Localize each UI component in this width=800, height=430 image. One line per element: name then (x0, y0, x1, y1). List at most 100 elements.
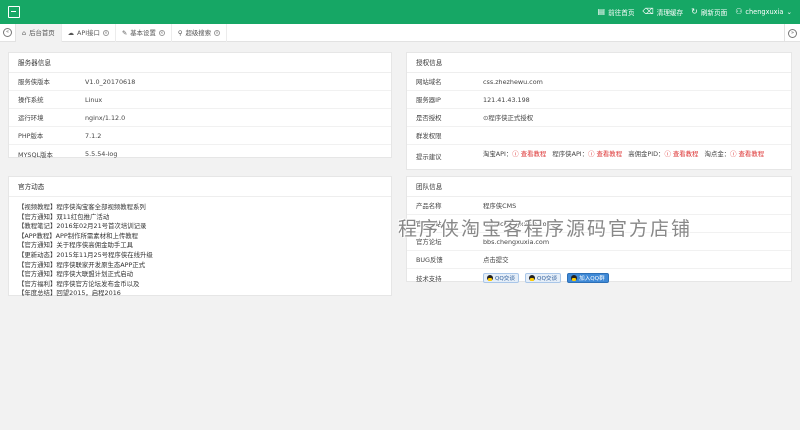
row-label: 是否授权 (416, 114, 442, 122)
row-label: BUG反馈 (416, 256, 443, 264)
row-value: V1.0_20170618 (85, 77, 136, 86)
tip-label: 高佣金PID： (628, 150, 665, 158)
row-value: 7.1.2 (85, 131, 102, 140)
tab-scroll-right-button[interactable]: » (784, 24, 800, 42)
tab-basic-settings[interactable]: ✎ 基本设置 ✕ (116, 23, 172, 42)
news-panel: 官方动态 【视频教程】程序侠淘宝客全部视频教程系列 【官方通知】双11红包推广活… (8, 176, 392, 297)
row-label: 技术支持 (416, 274, 442, 283)
tutorial-link[interactable]: ⓘ 查看教程 (588, 150, 622, 158)
auth-status: ⊙程序侠正式授权 (483, 113, 791, 122)
info-row: 群发权限 (407, 127, 791, 145)
tutorial-link[interactable]: ⓘ 查看教程 (730, 150, 764, 158)
info-row: 是否授权 ⊙程序侠正式授权 (407, 109, 791, 127)
auth-info-panel: 授权信息 网站域名 css.zhezhewu.com 服务器IP 121.41.43… (406, 52, 792, 170)
home-icon: ▤ (597, 7, 606, 16)
news-item[interactable]: 【官方通知】程序侠大联盟计划正式启动 (18, 270, 382, 280)
close-icon[interactable]: ✕ (158, 29, 165, 36)
qq-icon (571, 275, 578, 281)
news-item[interactable]: 【官方通知】关于程序侠高佣金助手工具 (18, 241, 382, 251)
info-row: 运行环境 nginx/1.12.0 (9, 109, 391, 127)
panel-title: 授权信息 (407, 53, 791, 73)
home-icon: ⌂ (22, 28, 27, 37)
news-item[interactable]: 【年度总结】回望2015，启程2016 (18, 289, 382, 299)
row-label: 服务侠版本 (18, 78, 50, 86)
tutorial-link-text: 查看教程 (596, 150, 623, 158)
tab-dashboard[interactable]: ⌂ 后台首页 (16, 23, 62, 42)
user-menu[interactable]: ⚇ chengxuxia ⌄ (735, 7, 792, 17)
tip-label: 淘点金： (704, 150, 731, 158)
row-label: MYSQL版本 (18, 150, 53, 159)
qq-chat-button[interactable]: QQ交谈 (483, 273, 519, 283)
news-item[interactable]: 【官方通知】双11红包推广活动 (18, 213, 382, 223)
qq-icon (529, 275, 536, 281)
news-item[interactable]: 【教程笔记】2016年02月21号首次培训记录 (18, 222, 382, 232)
cloud-icon: ☁ (67, 28, 75, 37)
alert-icon: ⓘ (730, 150, 739, 158)
refresh-page-label: 刷新页面 (700, 9, 728, 17)
tab-api[interactable]: ☁ API接口 ✕ (62, 23, 116, 42)
join-qq-group-button[interactable]: 加入QQ群 (567, 273, 609, 283)
refresh-icon: ↻ (691, 7, 698, 16)
bug-submit-link[interactable]: 点击提交 (483, 255, 791, 264)
search-icon: ⚲ (177, 28, 183, 37)
news-item[interactable]: 【APP教程】APP制作所需素材和上传教程 (18, 232, 382, 242)
row-label: 运行环境 (18, 114, 44, 122)
close-icon[interactable]: ✕ (214, 29, 221, 36)
tab-label: 基本设置 (130, 29, 156, 37)
top-bar: ▤ 前往首页 ⌫ 清理缓存 ↻ 刷新页面 ⚇ chengxuxia ⌄ (0, 0, 800, 24)
info-row: BUG反馈 点击提交 (407, 251, 791, 269)
row-label: 产品名称 (416, 202, 442, 210)
tip-label: 程序侠API： (552, 150, 589, 158)
news-item[interactable]: 【更新动态】2015年11月25号程序侠在线升级 (18, 251, 382, 261)
row-value: nginx/1.12.0 (85, 113, 126, 122)
chevron-down-icon: ⌄ (786, 8, 792, 16)
refresh-page-button[interactable]: ↻ 刷新页面 (691, 7, 728, 18)
tab-label: API接口 (77, 29, 100, 37)
trash-icon: ⌫ (642, 7, 654, 16)
tab-super-search[interactable]: ⚲ 超级搜索 ✕ (172, 23, 228, 42)
server-info-panel: 服务器信息 服务侠版本 V1.0_20170618 操作系统 Linux 运行环境 n… (8, 52, 392, 159)
row-label: PHP版本 (18, 132, 44, 140)
clear-cache-button[interactable]: ⌫ 清理缓存 (642, 7, 683, 18)
info-row: 技术支持 QQ交谈 QQ交谈 加入QQ群 (407, 269, 791, 287)
tab-label: 后台首页 (29, 29, 55, 37)
row-value: 5.5.54-log (85, 150, 118, 158)
server-ip: 121.41.43.198 (483, 95, 530, 104)
product-name: 程序侠CMS (483, 202, 517, 210)
info-row: 服务器IP 121.41.43.198 (407, 91, 791, 109)
row-value: Linux (85, 95, 103, 104)
watermark-text: 程序侠淘宝客程序源码官方店铺 (398, 218, 693, 240)
panel-title: 服务器信息 (9, 53, 391, 73)
top-actions: ▤ 前往首页 ⌫ 清理缓存 ↻ 刷新页面 ⚇ chengxuxia ⌄ (597, 7, 793, 18)
menu-toggle-icon[interactable] (8, 6, 20, 18)
row-label: 网站域名 (416, 78, 442, 86)
info-row: 提示建议 淘宝API：ⓘ 查看教程 程序侠API：ⓘ 查看教程 高佣金PID：ⓘ… (407, 145, 791, 171)
news-item[interactable]: 【官方福利】程序侠官方论坛发布金币以及 (18, 280, 382, 290)
tab-scroll-left-button[interactable]: « (0, 23, 16, 42)
news-list: 【视频教程】程序侠淘宝客全部视频教程系列 【官方通知】双11红包推广活动 【教程… (9, 197, 391, 305)
close-icon[interactable]: ✕ (102, 29, 109, 36)
qq-label: QQ交谈 (537, 276, 558, 282)
go-home-label: 前往首页 (608, 9, 635, 17)
support-buttons: QQ交谈 QQ交谈 加入QQ群 (483, 273, 791, 283)
qq-label: QQ交谈 (495, 276, 515, 282)
info-row: 操作系统 Linux (9, 91, 391, 109)
qq-chat-button[interactable]: QQ交谈 (525, 273, 562, 283)
row-label: 群发权限 (416, 132, 442, 140)
news-item[interactable]: 【视频教程】程序侠淘宝客全部视频教程系列 (18, 203, 382, 213)
tutorial-link-text: 查看教程 (672, 150, 699, 158)
info-row: 网站域名 css.zhezhewu.com (407, 73, 791, 91)
tutorial-link[interactable]: ⓘ 查看教程 (664, 150, 698, 158)
row-label: 操作系统 (18, 96, 44, 104)
info-row: MYSQL版本 5.5.54-log (9, 145, 391, 163)
panel-title: 团队信息 (407, 177, 791, 197)
edit-icon: ✎ (121, 28, 128, 37)
tips: 淘宝API：ⓘ 查看教程 程序侠API：ⓘ 查看教程 高佣金PID：ⓘ 查看教程… (483, 149, 791, 159)
tabs: ⌂ 后台首页 ☁ API接口 ✕ ✎ 基本设置 ✕ ⚲ 超级搜索 ✕ (16, 23, 228, 42)
alert-icon: ⓘ (664, 150, 673, 158)
username: chengxuxia (745, 8, 784, 16)
tutorial-link[interactable]: ⓘ 查看教程 (512, 150, 546, 158)
news-item[interactable]: 【官方通知】程序侠联家开发原生态APP正式 (18, 261, 382, 271)
user-icon: ⚇ (735, 7, 743, 16)
go-home-button[interactable]: ▤ 前往首页 (597, 7, 635, 18)
